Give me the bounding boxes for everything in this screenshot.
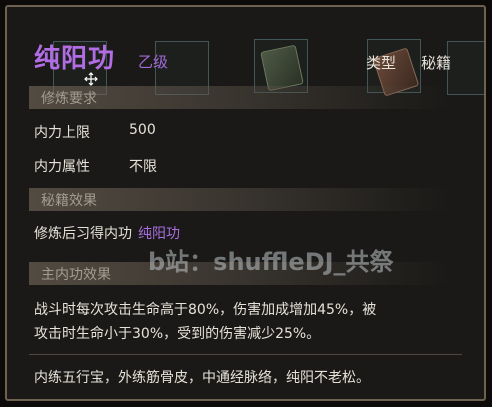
section-label: 秘籍效果: [41, 193, 97, 209]
divider: [29, 354, 462, 355]
inventory-slot[interactable]: [447, 41, 484, 95]
main-effect-line: 战斗时每次攻击生命高于80%，伤害加成增加45%，被: [34, 302, 377, 318]
main-effect-line: 攻击时生命小于30%，受到的伤害减少25%。: [34, 326, 321, 342]
watermark: b站：shuffleDJ_共祭: [148, 248, 394, 276]
item-grade: 乙级: [138, 53, 169, 71]
requirements-section-header: 修炼要求: [29, 86, 449, 109]
requirement-value: 不限: [129, 159, 157, 175]
manual-book-icon: [260, 44, 304, 92]
item-tooltip: 纯阳功 乙级 类型 秘籍 修炼要求 内力上限 500 内力属性 不限 秘籍效果 …: [5, 5, 486, 401]
manual-effect-text: 修炼后习得内功 纯阳功: [34, 223, 180, 243]
section-label: 修炼要求: [41, 91, 97, 107]
item-type-value: 秘籍: [421, 54, 452, 72]
requirement-value: 500: [129, 122, 156, 138]
manual-effect-section-header: 秘籍效果: [29, 188, 449, 211]
item-title: 纯阳功: [34, 44, 116, 74]
section-label: 主内功效果: [41, 267, 111, 283]
main-effect-description: 战斗时每次攻击生命高于80%，伤害加成增加45%，被 攻击时生命小于30%，受到…: [34, 298, 464, 346]
inventory-slot[interactable]: [254, 39, 308, 93]
requirement-label: 内力上限: [34, 125, 90, 141]
learned-skill-name: 纯阳功: [138, 226, 180, 242]
lore-text: 内练五行宝，外练筋骨皮，中通经脉络，纯阳不老松。: [34, 370, 370, 386]
manual-effect-description: 修炼后习得内功: [34, 226, 132, 242]
move-cursor-icon: [84, 72, 98, 86]
item-type-label: 类型: [366, 54, 397, 72]
requirement-label: 内力属性: [34, 159, 90, 175]
